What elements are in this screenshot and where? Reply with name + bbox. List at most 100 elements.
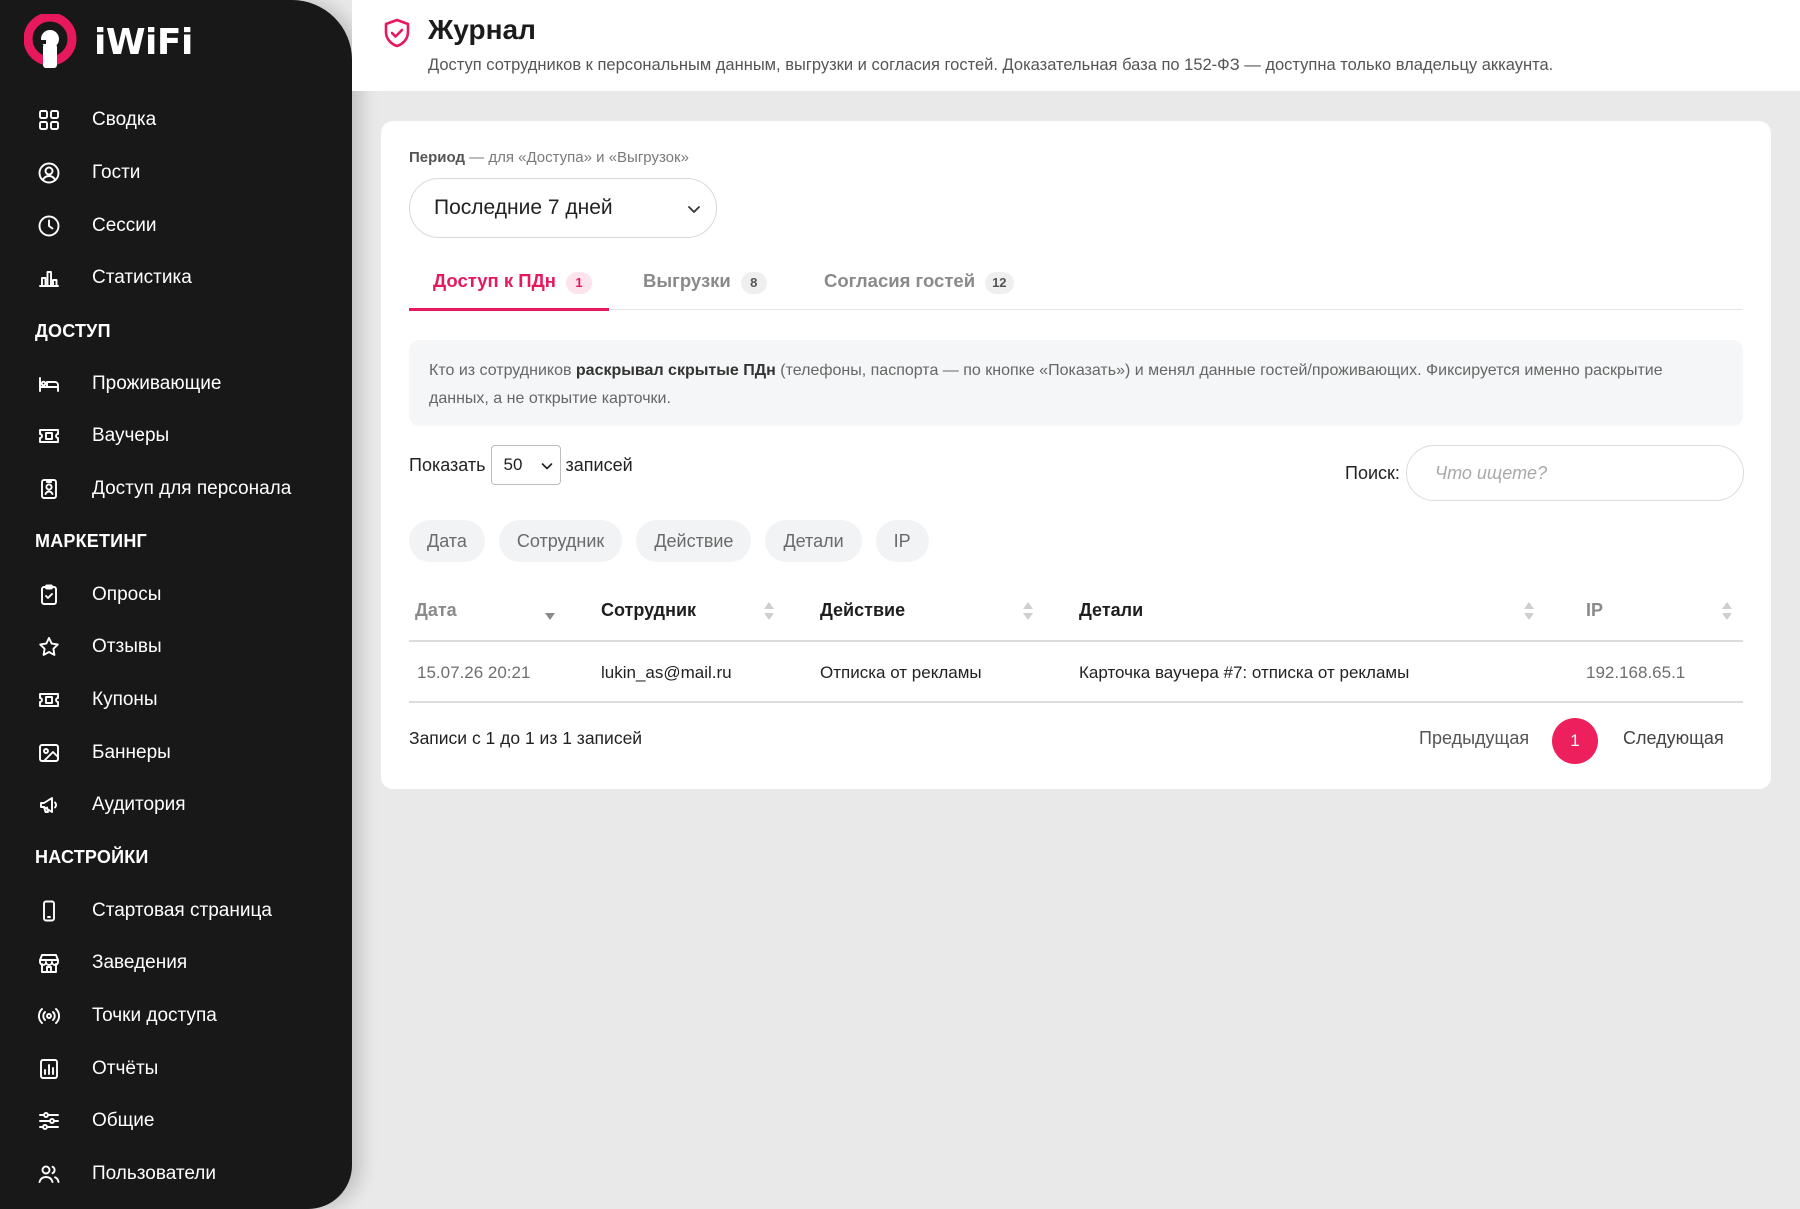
sidebar-item-staff-access[interactable]: Доступ для персонала [0,463,352,516]
sidebar-item-sessions[interactable]: Сессии [0,199,352,252]
period-select-value: Последние 7 дней [434,196,613,219]
previous-page-button[interactable]: Предыдущая [1419,728,1529,749]
sort-icon[interactable] [1721,600,1733,622]
chip-ip[interactable]: IP [875,520,929,562]
cell-date: 15.07.26 20:21 [417,662,531,682]
next-page-button[interactable]: Следующая [1623,728,1724,749]
sidebar-item-surveys[interactable]: Опросы [0,568,352,621]
count-badge: 1 [565,272,592,294]
tab-label: Выгрузки [643,270,731,291]
sidebar-item-label: Проживающие [92,372,222,394]
sort-icon[interactable] [1523,600,1535,622]
period-select[interactable]: Последние 7 дней [409,178,717,238]
sidebar-item-dashboard[interactable]: Сводка [0,94,352,147]
tab-label: Доступ к ПДн [433,270,556,291]
info-note: Кто из сотрудников раскрывал скрытые ПДн… [409,340,1743,426]
column-visibility-chips: Дата Сотрудник Действие Детали IP [409,520,943,562]
column-header-date[interactable]: Дата [415,578,457,642]
chevron-down-icon [541,463,552,470]
sidebar-item-audience[interactable]: Аудитория [0,779,352,832]
sidebar-item-coupons[interactable]: Купоны [0,674,352,727]
column-header-ip[interactable]: IP [1586,578,1603,642]
page-length-suffix: записей [565,454,633,475]
sidebar-item-reviews[interactable]: Отзывы [0,621,352,674]
sort-desc-icon[interactable] [544,600,556,622]
sidebar-item-reports[interactable]: Отчёты [0,1042,352,1095]
sidebar: iWiFi Сводка Гости Сессии Статистика ДОС… [0,0,352,1209]
tab-guest-consents[interactable]: Согласия гостей 12 [824,266,1014,310]
sidebar-item-label: Аудитория [92,794,186,816]
sidebar-item-start-page[interactable]: Стартовая страница [0,884,352,937]
cell-details: Карточка ваучера #7: отписка от рекламы [1079,662,1410,682]
tab-bar: Доступ к ПДн 1 Выгрузки 8 Согласия госте… [409,266,1743,311]
page-length-select[interactable]: 50 [490,445,561,485]
chip-employee[interactable]: Сотрудник [498,520,623,562]
sidebar-item-vouchers[interactable]: Ваучеры [0,410,352,463]
column-header-details[interactable]: Детали [1079,578,1143,642]
cell-employee: lukin_as@mail.ru [601,662,732,682]
sidebar-item-venues[interactable]: Заведения [0,937,352,990]
logo-mark-icon [23,12,78,70]
search-input[interactable] [1406,445,1744,501]
page-subtitle: Доступ сотрудников к персональным данным… [428,56,1554,74]
ticket-icon [36,423,62,449]
sidebar-item-label: Доступ для персонала [92,478,292,500]
sidebar-nav: Сводка Гости Сессии Статистика ДОСТУП Пр… [0,94,352,1200]
sidebar-item-label: Точки доступа [92,1005,217,1027]
megaphone-icon [36,792,62,818]
logo-text: iWiFi [94,21,193,63]
tab-pd-access[interactable]: Доступ к ПДн 1 [409,266,609,311]
period-label: Период — для «Доступа» и «Выгрузок» [409,149,689,166]
section-access: ДОСТУП [35,320,111,341]
store-icon [36,950,62,976]
chip-details[interactable]: Детали [765,520,862,562]
page-length-prefix: Показать [409,454,486,475]
info-text-1: Кто из сотрудников [429,362,576,379]
users-icon [36,1161,62,1187]
sidebar-item-label: Стартовая страница [92,899,272,921]
sort-icon[interactable] [763,600,775,622]
sidebar-item-label: Сводка [92,109,157,131]
sidebar-item-label: Отчёты [92,1057,159,1079]
column-header-employee[interactable]: Сотрудник [601,578,696,642]
sidebar-item-label: Опросы [92,583,162,605]
sidebar-item-general[interactable]: Общие [0,1095,352,1148]
sidebar-item-guests[interactable]: Гости [0,147,352,200]
journal-table: Дата Сотрудник Действие Детали IP 15.07.… [409,578,1743,703]
cell-action: Отписка от рекламы [820,662,982,682]
sidebar-item-label: Ваучеры [92,425,170,447]
column-header-action[interactable]: Действие [820,578,905,642]
sidebar-item-label: Купоны [92,688,158,710]
sidebar-item-access-points[interactable]: Точки доступа [0,990,352,1043]
section-marketing: МАРКЕТИНГ [35,531,147,552]
period-label-bold: Период [409,149,465,166]
sidebar-item-statistics[interactable]: Статистика [0,252,352,305]
sidebar-item-label: Гости [92,162,141,184]
chip-date[interactable]: Дата [409,520,485,562]
sidebar-item-residents[interactable]: Проживающие [0,357,352,410]
page-length-value: 50 [503,455,523,474]
page-length-control: Показать 50 записей [409,445,633,485]
chevron-down-icon [688,206,700,213]
clock-icon [36,213,62,239]
logo[interactable]: iWiFi [23,12,193,70]
table-header: Дата Сотрудник Действие Детали IP [409,578,1743,642]
star-icon [36,634,62,660]
sliders-icon [36,1108,62,1134]
sidebar-item-label: Сессии [92,214,157,236]
sort-icon[interactable] [1022,600,1034,622]
period-label-rest: — для «Доступа» и «Выгрузок» [465,149,689,166]
sidebar-item-banners[interactable]: Баннеры [0,726,352,779]
page-number-button[interactable]: 1 [1552,718,1598,764]
count-badge: 12 [985,272,1014,294]
tab-exports[interactable]: Выгрузки 8 [643,266,767,310]
user-circle-icon [36,160,62,186]
table-row[interactable]: 15.07.26 20:21 lukin_as@mail.ru Отписка … [409,642,1743,703]
sidebar-item-users[interactable]: Пользователи [0,1148,352,1201]
chip-action[interactable]: Действие [636,520,752,562]
bar-chart-icon [36,265,62,291]
clipboard-icon [36,582,62,608]
badge-icon [36,476,62,502]
coupon-icon [36,687,62,713]
image-icon [36,740,62,766]
